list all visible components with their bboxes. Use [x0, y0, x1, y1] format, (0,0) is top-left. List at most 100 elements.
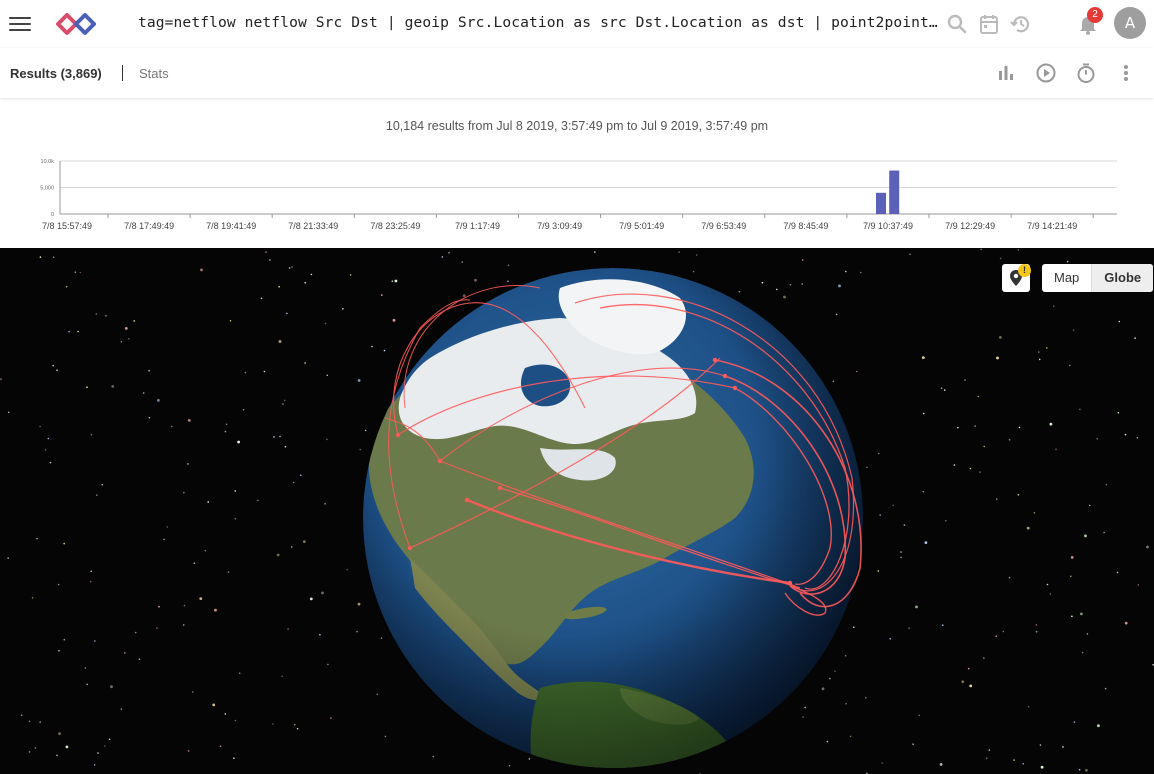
star — [273, 436, 275, 438]
bar-chart-icon[interactable] — [995, 62, 1017, 84]
timer-icon[interactable] — [1075, 62, 1097, 84]
flow-endpoint — [722, 373, 728, 379]
star — [108, 738, 111, 741]
star — [1136, 437, 1139, 439]
x-tick-label: 7/9 3:09:49 — [537, 221, 582, 231]
star — [1033, 512, 1036, 514]
query-input[interactable]: tag=netflow netflow Src Dst | geoip Src.… — [138, 14, 938, 31]
star — [39, 721, 41, 723]
star — [44, 449, 47, 451]
notification-badge: 2 — [1087, 7, 1103, 23]
star — [1049, 422, 1053, 426]
warning-badge: ! — [1018, 264, 1031, 277]
star — [964, 379, 966, 381]
x-tick-label: 7/9 5:01:49 — [619, 221, 664, 231]
star — [918, 714, 920, 717]
star — [845, 702, 847, 705]
star — [357, 602, 361, 606]
star — [212, 703, 216, 707]
star — [1013, 759, 1015, 761]
star — [1070, 556, 1074, 559]
x-tick-label: 7/9 1:17:49 — [455, 221, 500, 231]
star — [257, 499, 259, 502]
star — [391, 280, 394, 282]
star — [309, 597, 313, 601]
history-icon[interactable] — [1009, 12, 1033, 36]
star — [7, 557, 9, 559]
star — [265, 251, 267, 253]
star — [953, 464, 956, 466]
top-bar: tag=netflow netflow Src Dst | geoip Src.… — [0, 0, 1154, 48]
star — [845, 270, 847, 273]
star — [233, 757, 235, 759]
star — [234, 719, 237, 722]
star — [1146, 545, 1149, 549]
flow-endpoint — [787, 580, 793, 586]
star — [52, 364, 54, 367]
star — [900, 551, 902, 553]
calendar-icon[interactable] — [977, 12, 1001, 36]
logo[interactable] — [56, 11, 96, 37]
star — [120, 341, 123, 343]
star — [804, 706, 806, 709]
star — [915, 605, 918, 609]
menu-icon[interactable] — [8, 12, 32, 36]
tab-results[interactable]: Results (3,869) — [10, 66, 102, 81]
star — [52, 256, 55, 258]
star — [1035, 630, 1038, 633]
star — [432, 755, 435, 758]
star — [371, 345, 373, 348]
star — [342, 308, 344, 310]
star — [86, 386, 88, 388]
star — [922, 490, 925, 493]
star — [1039, 744, 1042, 746]
star — [199, 597, 203, 600]
play-icon[interactable] — [1035, 62, 1057, 84]
star — [892, 504, 894, 507]
globe-view-button[interactable]: Globe — [1092, 264, 1154, 292]
star — [287, 628, 289, 630]
avatar[interactable]: A — [1114, 7, 1146, 39]
map-view-button[interactable]: Map — [1042, 264, 1093, 292]
star — [967, 667, 970, 670]
star — [1038, 358, 1041, 361]
star — [95, 313, 98, 315]
star — [242, 409, 245, 411]
star — [7, 411, 10, 414]
histogram-bar[interactable] — [876, 192, 886, 214]
star — [1118, 320, 1121, 323]
star — [286, 312, 288, 315]
x-tick-label: 7/8 15:57:49 — [42, 221, 92, 231]
globe[interactable] — [363, 268, 863, 774]
star — [28, 720, 31, 723]
star — [1026, 526, 1030, 530]
star — [974, 425, 976, 427]
globe-view[interactable]: ! Map Globe — [0, 248, 1154, 774]
histogram-bar[interactable] — [889, 170, 900, 214]
star — [969, 684, 973, 688]
star — [508, 764, 511, 767]
star — [63, 638, 66, 641]
star — [985, 757, 988, 759]
star — [39, 425, 41, 428]
star — [1002, 630, 1005, 633]
star — [789, 283, 792, 286]
star — [462, 294, 466, 298]
star — [1080, 612, 1083, 616]
star — [68, 330, 70, 333]
star — [392, 318, 396, 322]
star — [996, 498, 998, 500]
star — [783, 295, 786, 299]
star — [34, 747, 37, 749]
histogram-chart[interactable]: 0 5,000 10.0k 7/8 15:57:49 7/8 17:49:49 7/8 … — [0, 150, 1154, 240]
star — [324, 322, 327, 325]
star — [272, 723, 274, 725]
star — [97, 752, 99, 754]
x-tick-label: 7/8 21:33:49 — [288, 221, 338, 231]
globe-canvas[interactable] — [0, 248, 1154, 774]
more-vert-icon[interactable] — [1115, 62, 1137, 84]
search-icon[interactable] — [945, 12, 969, 36]
star — [881, 762, 883, 764]
tab-stats[interactable]: Stats — [139, 66, 169, 81]
star — [922, 412, 925, 415]
